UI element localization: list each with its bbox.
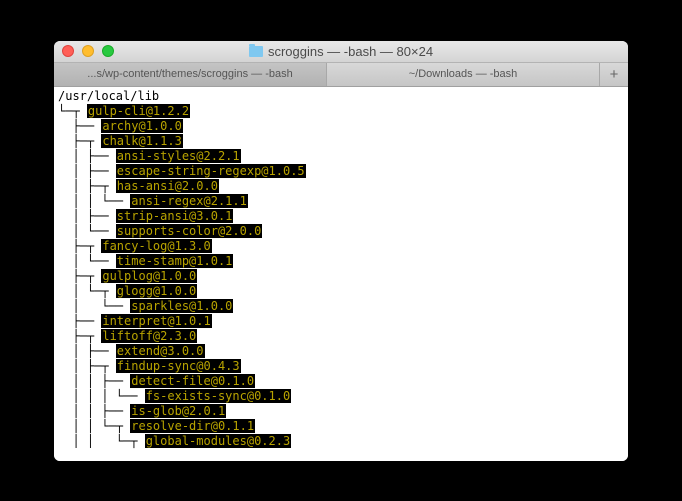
tree-line: │ │ ├── is-glob@2.0.1 — [58, 404, 624, 419]
package-name: escape-string-regexp@1.0.5 — [116, 164, 306, 178]
titlebar[interactable]: scroggins — -bash — 80×24 — [54, 41, 628, 63]
folder-icon — [249, 46, 263, 57]
tree-line: │ │ │ └── fs-exists-sync@0.1.0 — [58, 389, 624, 404]
tab-downloads[interactable]: ~/Downloads — -bash — [327, 63, 600, 86]
tree-line: ├─┬ fancy-log@1.3.0 — [58, 239, 624, 254]
tree-line: ├── interpret@1.0.1 — [58, 314, 624, 329]
tree-line: └─┬ gulp-cli@1.2.2 — [58, 104, 624, 119]
tree-line: │ ├─┬ findup-sync@0.4.3 — [58, 359, 624, 374]
tree-line: │ │ └─┬ resolve-dir@0.1.1 — [58, 419, 624, 434]
package-name: ansi-regex@2.1.1 — [130, 194, 248, 208]
tab-label: ~/Downloads — -bash — [409, 68, 518, 80]
package-name: gulp-cli@1.2.2 — [87, 104, 190, 118]
package-name: interpret@1.0.1 — [101, 314, 211, 328]
package-name: fancy-log@1.3.0 — [101, 239, 211, 253]
minimize-icon[interactable] — [82, 45, 94, 57]
tree-line: ├─┬ gulplog@1.0.0 — [58, 269, 624, 284]
package-name: glogg@1.0.0 — [116, 284, 197, 298]
tree-line: │ ├── escape-string-regexp@1.0.5 — [58, 164, 624, 179]
close-icon[interactable] — [62, 45, 74, 57]
tree-line: │ └─┬ glogg@1.0.0 — [58, 284, 624, 299]
window-title-text: scroggins — -bash — 80×24 — [268, 44, 433, 59]
tree-line: │ ├── ansi-styles@2.2.1 — [58, 149, 624, 164]
tree-line: │ │ └─┬ global-modules@0.2.3 — [58, 434, 624, 449]
tree-line: │ └── sparkles@1.0.0 — [58, 299, 624, 314]
package-name: gulplog@1.0.0 — [101, 269, 197, 283]
window-title: scroggins — -bash — 80×24 — [62, 44, 620, 59]
package-name: detect-file@0.1.0 — [130, 374, 255, 388]
tree-line: │ ├── strip-ansi@3.0.1 — [58, 209, 624, 224]
tabbar: ...s/wp-content/themes/scroggins — -bash… — [54, 63, 628, 87]
tree-line: │ └── time-stamp@1.0.1 — [58, 254, 624, 269]
tree-line: │ ├─┬ has-ansi@2.0.0 — [58, 179, 624, 194]
tree-line: │ └── supports-color@2.0.0 — [58, 224, 624, 239]
package-name: time-stamp@1.0.1 — [116, 254, 234, 268]
package-name: extend@3.0.0 — [116, 344, 205, 358]
package-name: findup-sync@0.4.3 — [116, 359, 241, 373]
terminal-root-path: /usr/local/lib — [58, 89, 624, 104]
package-name: sparkles@1.0.0 — [130, 299, 233, 313]
maximize-icon[interactable] — [102, 45, 114, 57]
add-tab-button[interactable]: + — [600, 63, 628, 86]
package-name: ansi-styles@2.2.1 — [116, 149, 241, 163]
package-name: resolve-dir@0.1.1 — [130, 419, 255, 433]
package-name: archy@1.0.0 — [101, 119, 182, 133]
terminal-content[interactable]: /usr/local/lib└─┬ gulp-cli@1.2.2 ├── arc… — [54, 87, 628, 461]
package-name: chalk@1.1.3 — [101, 134, 182, 148]
tree-line: ├── archy@1.0.0 — [58, 119, 624, 134]
package-name: liftoff@2.3.0 — [101, 329, 197, 343]
tree-line: │ │ └── ansi-regex@2.1.1 — [58, 194, 624, 209]
traffic-lights — [62, 45, 114, 57]
tree-line: ├─┬ chalk@1.1.3 — [58, 134, 624, 149]
tree-line: │ ├── extend@3.0.0 — [58, 344, 624, 359]
package-name: fs-exists-sync@0.1.0 — [145, 389, 292, 403]
tree-line: │ │ ├── detect-file@0.1.0 — [58, 374, 624, 389]
package-name: is-glob@2.0.1 — [130, 404, 226, 418]
tab-label: ...s/wp-content/themes/scroggins — -bash — [87, 68, 292, 80]
package-name: has-ansi@2.0.0 — [116, 179, 219, 193]
package-name: global-modules@0.2.3 — [145, 434, 292, 448]
tree-line: ├─┬ liftoff@2.3.0 — [58, 329, 624, 344]
package-name: strip-ansi@3.0.1 — [116, 209, 234, 223]
terminal-window: scroggins — -bash — 80×24 ...s/wp-conten… — [54, 41, 628, 461]
tab-scroggins[interactable]: ...s/wp-content/themes/scroggins — -bash — [54, 63, 327, 86]
package-name: supports-color@2.0.0 — [116, 224, 263, 238]
